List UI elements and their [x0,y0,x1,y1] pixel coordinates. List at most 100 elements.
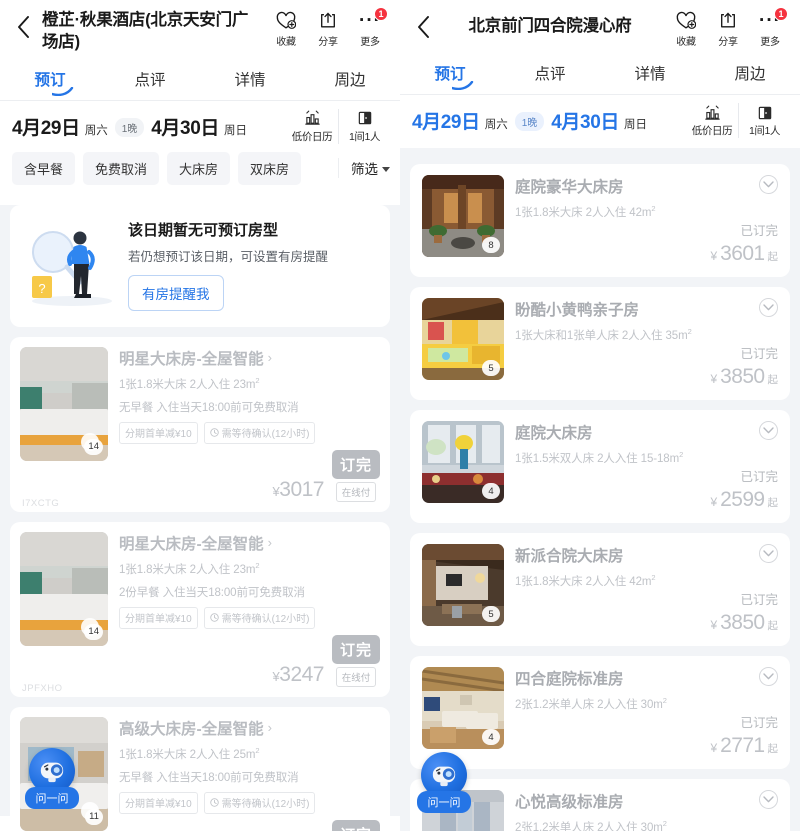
filter-chip-free-cancel[interactable]: 免费取消 [83,151,160,185]
tab-booking[interactable]: 预订 [400,54,500,94]
chevron-left-icon [17,16,29,38]
chevron-down-circle-icon[interactable] [759,667,778,686]
price-suffix: 起 [767,251,779,263]
room-meta-text: 1张1.8米大床 2人入住 42 [515,207,642,219]
notice-subtitle: 若仍想预订该日期，可设置有房提醒 [128,249,329,264]
sold-out-badge: 订完 [331,819,380,831]
room-code: I7XCTG [22,497,60,509]
ai-assistant-floating-button[interactable]: 问一问 [22,748,82,809]
low-price-calendar-button[interactable]: 低价日历 [686,103,738,138]
room-thumbnail[interactable]: 4 [422,667,504,749]
room-guest-selector[interactable]: 1间1人 [338,108,390,144]
heart-plus-icon [676,10,696,31]
header-actions: 收藏 分享 ··· 更多 1 [266,6,390,48]
room-guest-icon [757,103,773,122]
tab-reviews[interactable]: 点评 [100,60,200,100]
room-name-row[interactable]: 四合庭院标准房 [515,667,624,689]
right-app-screen: 北京前门四合院漫心府 收藏 分享 ··· 更多 1 预订 点评 详情 周边 4月… [400,0,800,831]
ai-assistant-label[interactable]: 问一问 [25,787,79,809]
chevron-down-circle-icon[interactable] [759,790,778,809]
share-button[interactable]: 分享 [308,10,348,48]
low-price-calendar-button[interactable]: 低价日历 [286,109,338,144]
back-button[interactable] [8,6,38,48]
left-tab-bar: 预订 点评 详情 周边 [0,55,400,100]
chevron-down-circle-icon[interactable] [759,298,778,317]
favorite-button[interactable]: 收藏 [666,10,706,48]
room-header-row: 心悦高级标准房 [515,790,778,812]
more-button[interactable]: ··· 更多 1 [750,7,790,48]
more-button[interactable]: ··· 更多 1 [350,7,390,48]
room-thumbnail[interactable]: 14 [20,531,108,646]
room-info: 盼酷小黄鸭亲子房 1张大床和1张单人床 2人入住 35m2 已订完 ¥ 3850… [515,298,778,389]
room-tag-list: 分期首单减¥10 需等待确认(12小时) [119,791,380,814]
room-card[interactable]: 8 庭院豪华大床房 1张1.8米大床 2人入住 42m2 已订完 ¥ 3601 … [410,164,790,277]
room-name-row[interactable]: 庭院大床房 [515,421,593,443]
room-thumbnail[interactable]: 5 [422,298,504,380]
filter-chip-twin-bed[interactable]: 双床房 [238,151,302,185]
sold-out-label: 已订完 [740,593,778,607]
right-date-bar: 4月29日 周六 1晚 4月30日 周日 低价日历 1间1人 [400,95,800,148]
room-name-row[interactable]: 心悦高级标准房 [515,790,624,812]
room-name-row[interactable]: 明星大床房-全屋智能 › [119,347,380,369]
room-area-exponent: 2 [255,560,260,570]
room-tag-installment: 分期首单减¥10 [119,421,198,444]
room-price-row: ¥3247 订完 在线付 [119,634,380,687]
chevron-down-circle-icon[interactable] [759,421,778,440]
ai-assistant-label[interactable]: 问一问 [417,791,471,813]
room-thumbnail[interactable]: 8 [422,175,504,257]
room-meta: 1张1.8米大床 2人入住 23m2 [119,561,380,577]
room-info: 明星大床房-全屋智能 › 1张1.8米大床 2人入住 23m2 无早餐 入住当天… [119,347,380,502]
room-price-row: ¥3394 订完 在线付 [119,819,380,831]
date-range-selector[interactable]: 4月29日 周六 1晚 4月30日 周日 [412,107,686,134]
chevron-down-circle-icon[interactable] [759,175,778,194]
favorite-button[interactable]: 收藏 [266,10,306,48]
chevron-down-circle-icon[interactable] [759,544,778,563]
price-value: 2599 [720,488,765,511]
share-icon [719,10,737,31]
room-name-row[interactable]: 明星大床房-全屋智能 › [119,532,380,554]
room-card[interactable]: 14 明星大床房-全屋智能 › 1张1.8米大床 2人入住 23m2 2份早餐 … [10,521,390,697]
room-guest-selector[interactable]: 1间1人 [738,103,790,138]
sold-out-badge: 订完 [331,449,380,479]
room-card[interactable]: 5 新派合院大床房 1张1.8米大床 2人入住 42m2 已订完 ¥ 3850 … [410,533,790,646]
room-thumbnail[interactable]: 14 [20,346,108,461]
room-header-row: 盼酷小黄鸭亲子房 [515,298,778,320]
room-name-row[interactable]: 庭院豪华大床房 [515,175,624,197]
filter-chip-king-bed[interactable]: 大床房 [167,151,231,185]
left-room-list[interactable]: ? 该日期暂无可预订房型 若仍想预订该日期，可设置有房提醒 有房提醒我 14 明… [0,204,400,831]
pay-online-tag: 在线付 [335,666,377,687]
checkout-weekday: 周日 [623,119,647,131]
back-button[interactable] [408,6,438,48]
tab-reviews-label: 点评 [134,71,166,89]
tab-details[interactable]: 详情 [600,54,700,94]
room-card[interactable]: 4 庭院大床房 1张1.5米双人床 2人入住 15-18m2 已订完 ¥ 259… [410,410,790,523]
share-label: 分享 [718,37,738,48]
room-card[interactable]: 5 盼酷小黄鸭亲子房 1张大床和1张单人床 2人入住 35m2 已订完 ¥ 38… [410,287,790,400]
chevron-left-icon [417,16,429,38]
ai-assistant-floating-button[interactable]: 问一问 [414,752,474,813]
tab-nearby[interactable]: 周边 [700,54,800,94]
photo-count-badge: 5 [482,606,500,622]
tab-booking[interactable]: 预订 [0,60,100,100]
room-meta: 1张大床和1张单人床 2人入住 35m2 [515,327,778,343]
tab-details[interactable]: 详情 [200,60,300,100]
filter-button[interactable]: 筛选 [338,158,390,179]
date-range-selector[interactable]: 4月29日 周六 1晚 4月30日 周日 [12,113,286,140]
photo-count-badge: 4 [482,483,500,499]
room-thumbnail[interactable]: 4 [422,421,504,503]
tab-reviews[interactable]: 点评 [500,54,600,94]
filter-chip-breakfast[interactable]: 含早餐 [12,151,76,185]
room-tag-confirm: 需等待确认(12小时) [203,791,316,814]
tab-nearby[interactable]: 周边 [300,60,400,100]
price-suffix: 起 [767,620,779,632]
room-thumbnail[interactable]: 5 [422,544,504,626]
room-name-row[interactable]: 新派合院大床房 [515,544,624,566]
room-name-row[interactable]: 高级大床房-全屋智能 › [119,717,380,739]
share-button[interactable]: 分享 [708,10,748,48]
room-name-row[interactable]: 盼酷小黄鸭亲子房 [515,298,639,320]
notify-me-button[interactable]: 有房提醒我 [128,274,224,311]
right-room-list[interactable]: 8 庭院豪华大床房 1张1.8米大床 2人入住 42m2 已订完 ¥ 3601 … [400,148,800,831]
room-card[interactable]: 14 明星大床房-全屋智能 › 1张1.8米大床 2人入住 23m2 无早餐 入… [10,336,390,512]
dual-screenshot-container: 橙芷·秋果酒店(北京天安门广场店) 收藏 分享 ··· 更多 1 预订 点评 详… [0,0,800,831]
svg-text:?: ? [38,281,45,296]
